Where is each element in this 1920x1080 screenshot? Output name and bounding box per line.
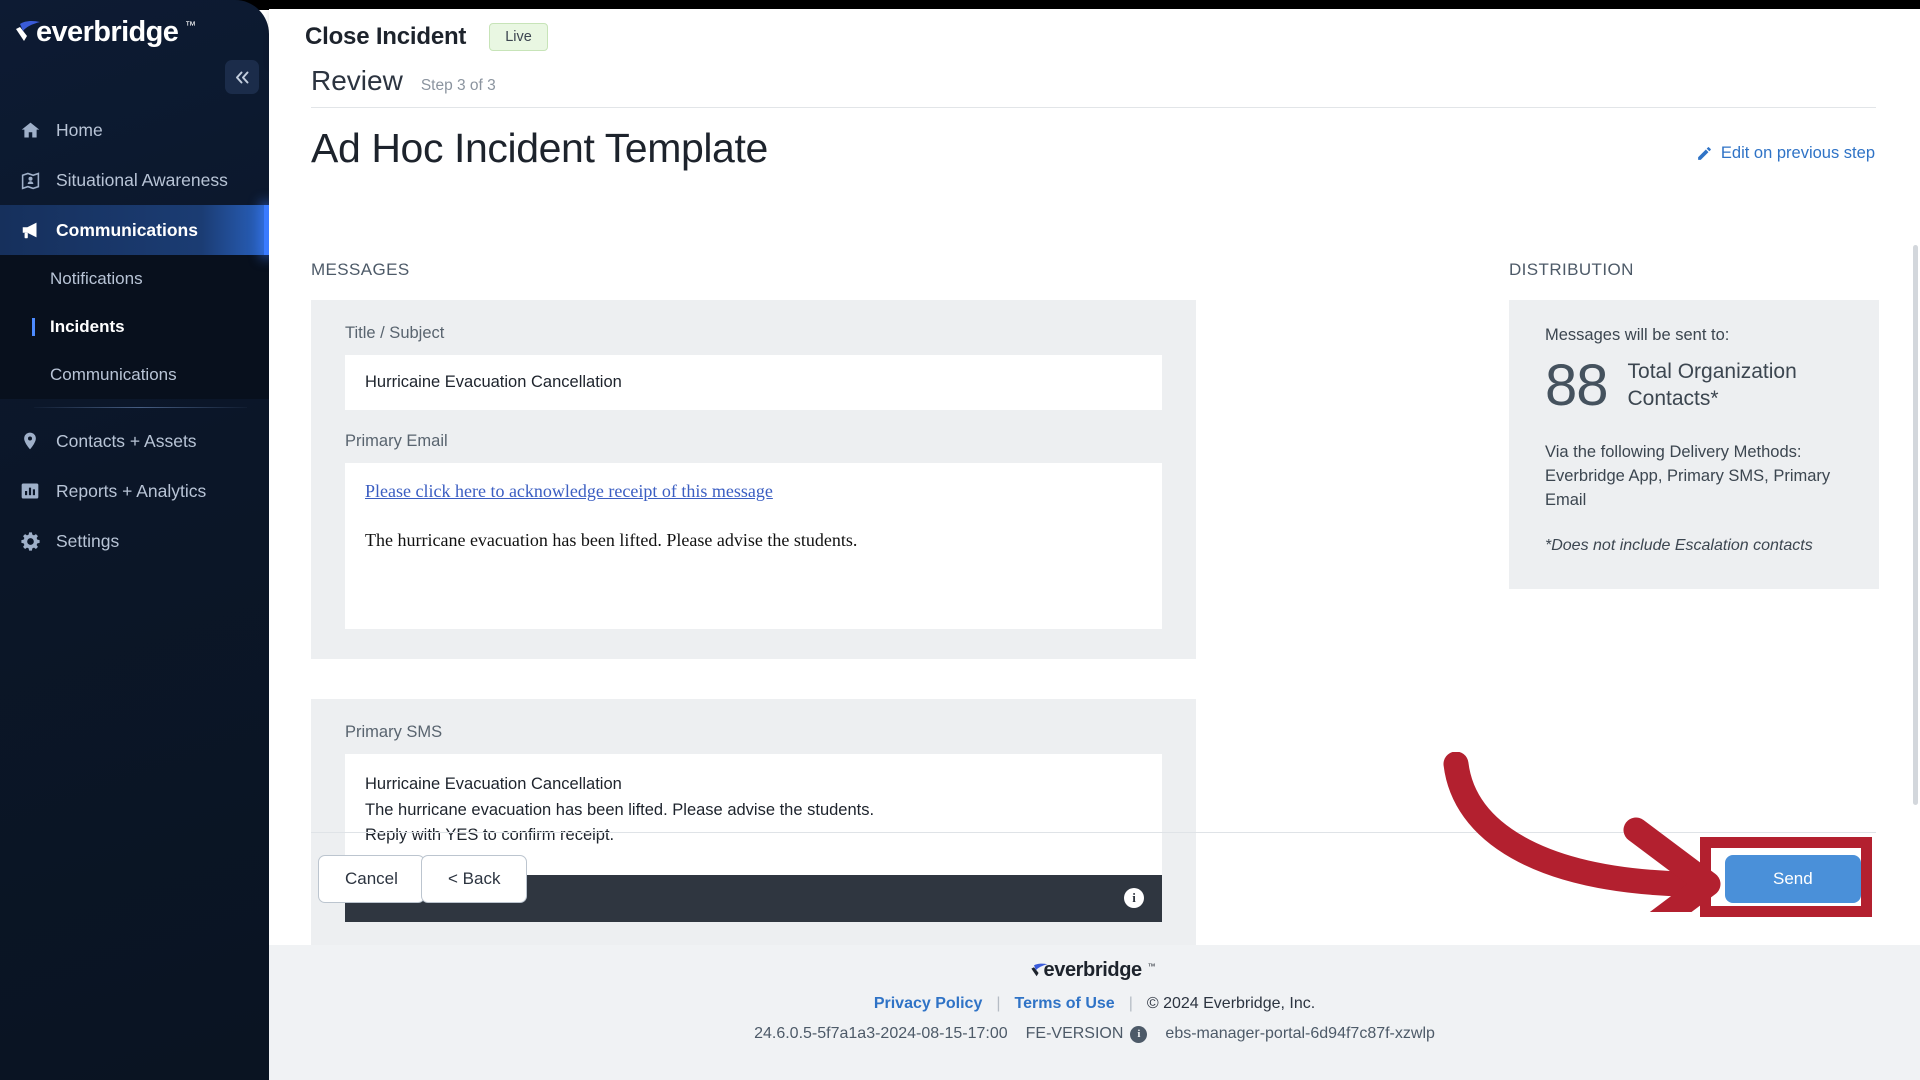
page-header-title: Close Incident xyxy=(305,23,467,50)
bar-chart-icon xyxy=(20,481,50,501)
logo-wordmark: everbridge xyxy=(36,16,179,48)
distribution-section-label: DISTRIBUTION xyxy=(1509,260,1634,279)
primary-email-field[interactable]: Please click here to acknowledge receipt… xyxy=(345,463,1162,629)
edit-on-previous-step-link[interactable]: Edit on previous step xyxy=(1696,144,1875,163)
sidebar-item-reports-analytics[interactable]: Reports + Analytics xyxy=(0,466,269,516)
sidebar-item-communications[interactable]: Communications xyxy=(0,205,269,255)
sms-line-3: Reply with YES to confirm receipt. xyxy=(365,826,615,845)
sidebar-item-label: Reports + Analytics xyxy=(56,480,207,501)
sidebar-subitem-label: Notifications xyxy=(50,269,143,288)
distribution-panel: Messages will be sent to: 88 Total Organ… xyxy=(1509,300,1879,589)
sidebar-subitem-notifications[interactable]: Notifications xyxy=(0,255,269,303)
footer-separator: | xyxy=(1128,995,1133,1012)
sidebar: everbridge ™ Home Situational Awareness … xyxy=(0,0,269,1080)
action-bar-divider xyxy=(311,832,1876,833)
app-version: 24.6.0.5-5f7a1a3-2024-08-15-17:00 xyxy=(754,1025,1008,1042)
pod-name: ebs-manager-portal-6d94f7c87f-xzwlp xyxy=(1165,1025,1435,1042)
megaphone-icon xyxy=(20,219,50,241)
step-header: Review Step 3 of 3 xyxy=(311,65,496,97)
sidebar-nav: Home Situational Awareness Communication… xyxy=(0,105,269,566)
location-pin-icon xyxy=(20,431,50,451)
page-header: Close Incident Live xyxy=(269,9,1920,65)
sidebar-item-contacts-assets[interactable]: Contacts + Assets xyxy=(0,416,269,466)
sidebar-subitem-communications[interactable]: Communications xyxy=(0,351,269,399)
send-button[interactable]: Send xyxy=(1725,855,1861,903)
footer-links: Privacy Policy | Terms of Use | © 2024 E… xyxy=(269,995,1920,1013)
sidebar-item-label: Communications xyxy=(56,219,198,240)
distribution-count-label: Total Organization Contacts* xyxy=(1628,359,1797,413)
sidebar-item-home[interactable]: Home xyxy=(0,105,269,155)
content-area: Review Step 3 of 3 Ad Hoc Incident Templ… xyxy=(269,65,1920,946)
info-icon[interactable]: i xyxy=(1130,1025,1148,1043)
delivery-methods-value: Everbridge App, Primary SMS, Primary Ema… xyxy=(1545,466,1831,509)
primary-email-label: Primary Email xyxy=(345,432,448,450)
email-body-text: The hurricane evacuation has been lifted… xyxy=(365,530,858,550)
info-icon[interactable]: i xyxy=(1124,888,1144,909)
message-panel-sms: Primary SMS Hurricaine Evacuation Cancel… xyxy=(311,699,1196,946)
sidebar-item-settings[interactable]: Settings xyxy=(0,516,269,566)
distribution-count: 88 xyxy=(1545,353,1609,419)
title-subject-value: Hurricaine Evacuation Cancellation xyxy=(365,373,622,391)
status-badge: Live xyxy=(489,23,548,51)
fe-version-label: FE-VERSION xyxy=(1025,1025,1124,1042)
distribution-count-label-line1: Total Organization xyxy=(1627,360,1797,383)
sidebar-item-label: Contacts + Assets xyxy=(56,430,197,451)
privacy-policy-link[interactable]: Privacy Policy xyxy=(874,995,983,1013)
step-subtitle: Step 3 of 3 xyxy=(420,77,496,94)
footer-everbridge-logo: everbridge ™ xyxy=(1030,959,1160,983)
step-title: Review xyxy=(311,65,403,96)
terms-of-use-link[interactable]: Terms of Use xyxy=(1015,995,1115,1013)
title-subject-label: Title / Subject xyxy=(345,324,445,342)
back-button[interactable]: < Back xyxy=(421,855,528,903)
distribution-column: DISTRIBUTION Messages will be sent to: 8… xyxy=(1509,260,1879,589)
footer-version-row: 24.6.0.5-5f7a1a3-2024-08-15-17:00 FE-VER… xyxy=(269,1025,1920,1043)
sms-line-1: Hurricaine Evacuation Cancellation xyxy=(365,775,622,793)
edit-link-label: Edit on previous step xyxy=(1720,144,1875,162)
sidebar-divider xyxy=(34,407,247,408)
acknowledge-receipt-link[interactable]: Please click here to acknowledge receipt… xyxy=(365,481,773,502)
distribution-count-label-line2: Contacts* xyxy=(1627,386,1719,410)
footer-separator: | xyxy=(996,995,1001,1012)
footer-logo-wordmark: everbridge xyxy=(1043,959,1143,981)
everbridge-logo: everbridge ™ xyxy=(14,14,204,56)
fe-version-group: FE-VERSION i xyxy=(1026,1025,1148,1043)
delivery-methods-label: Via the following Delivery Methods: xyxy=(1545,442,1802,461)
sidebar-item-label: Situational Awareness xyxy=(56,169,228,190)
sidebar-collapse-button[interactable] xyxy=(225,60,259,94)
sidebar-subnav-communications: Notifications Incidents Communications xyxy=(0,255,269,399)
sidebar-item-label: Home xyxy=(56,119,103,140)
step-divider xyxy=(311,107,1876,108)
distribution-count-row: 88 Total Organization Contacts* xyxy=(1545,353,1843,419)
home-icon xyxy=(20,120,50,141)
sidebar-subitem-incidents[interactable]: Incidents xyxy=(0,303,269,351)
gear-icon xyxy=(20,531,50,552)
map-pin-person-icon xyxy=(20,170,50,191)
page-footer: everbridge ™ Privacy Policy | Terms of U… xyxy=(269,945,1920,1080)
messages-section-label: MESSAGES xyxy=(311,260,410,279)
title-subject-field[interactable]: Hurricaine Evacuation Cancellation xyxy=(345,355,1162,410)
sidebar-item-situational-awareness[interactable]: Situational Awareness xyxy=(0,155,269,205)
message-panel-email: Title / Subject Hurricaine Evacuation Ca… xyxy=(311,300,1196,659)
sms-line-2: The hurricane evacuation has been lifted… xyxy=(365,800,875,819)
messages-column: MESSAGES Title / Subject Hurricaine Evac… xyxy=(311,260,1196,946)
distribution-lead-text: Messages will be sent to: xyxy=(1545,326,1730,344)
sidebar-item-label: Settings xyxy=(56,530,120,551)
logo-tm: ™ xyxy=(185,20,196,32)
primary-sms-label: Primary SMS xyxy=(345,723,443,741)
page-title: Ad Hoc Incident Template xyxy=(311,125,768,171)
chevron-double-left-icon xyxy=(235,71,248,83)
footer-logo-tm: ™ xyxy=(1147,962,1156,971)
app-root: everbridge ™ Home Situational Awareness … xyxy=(0,0,1920,1080)
cancel-button[interactable]: Cancel xyxy=(318,855,425,903)
distribution-delivery-methods: Via the following Delivery Methods: Ever… xyxy=(1545,441,1843,513)
sidebar-subitem-label: Communications xyxy=(50,365,177,384)
sidebar-subitem-label: Incidents xyxy=(50,317,125,336)
pencil-icon xyxy=(1698,147,1711,160)
content-scrollbar[interactable] xyxy=(1913,245,1918,805)
footer-copyright: © 2024 Everbridge, Inc. xyxy=(1146,995,1316,1012)
distribution-note: *Does not include Escalation contacts xyxy=(1545,536,1813,554)
